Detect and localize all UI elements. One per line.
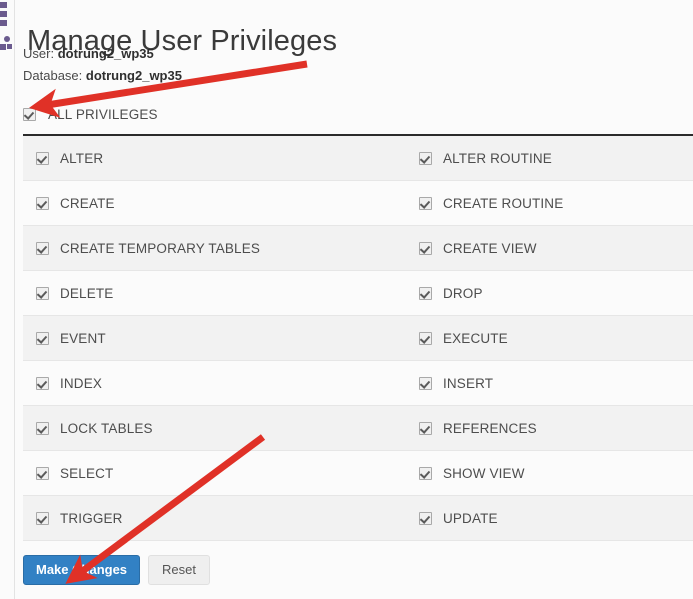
privilege-cell[interactable]: DELETE <box>23 271 358 315</box>
privilege-checkbox[interactable] <box>36 422 49 435</box>
privilege-label: EXECUTE <box>443 331 508 346</box>
privilege-checkbox[interactable] <box>419 377 432 390</box>
privilege-cell[interactable]: INSERT <box>358 361 693 405</box>
privilege-row: CREATE CREATE ROUTINE <box>23 181 693 226</box>
database-meta-line: Database: dotrung2_wp35 <box>23 68 182 83</box>
privilege-checkbox[interactable] <box>419 287 432 300</box>
button-bar: Make Changes Reset <box>23 555 210 585</box>
privilege-cell[interactable]: EVENT <box>23 316 358 360</box>
privilege-label: UPDATE <box>443 511 498 526</box>
privilege-cell[interactable]: DROP <box>358 271 693 315</box>
privilege-label: INSERT <box>443 376 493 391</box>
privilege-checkbox[interactable] <box>419 332 432 345</box>
privilege-cell[interactable]: INDEX <box>23 361 358 405</box>
privilege-cell[interactable]: ALTER ROUTINE <box>358 136 693 180</box>
privilege-row: SELECT SHOW VIEW <box>23 451 693 496</box>
user-meta-line: User: dotrung2_wp35 <box>23 46 154 61</box>
privilege-checkbox[interactable] <box>419 422 432 435</box>
privilege-row: CREATE TEMPORARY TABLES CREATE VIEW <box>23 226 693 271</box>
privilege-row: INDEX INSERT <box>23 361 693 406</box>
privilege-cell[interactable]: CREATE ROUTINE <box>358 181 693 225</box>
privilege-label: DROP <box>443 286 483 301</box>
privilege-cell[interactable]: EXECUTE <box>358 316 693 360</box>
privilege-label: CREATE ROUTINE <box>443 196 563 211</box>
privilege-cell[interactable]: CREATE VIEW <box>358 226 693 270</box>
privilege-cell[interactable]: SHOW VIEW <box>358 451 693 495</box>
privilege-row: ALTER ALTER ROUTINE <box>23 136 693 181</box>
main-content: Manage User Privileges User: dotrung2_wp… <box>15 0 693 599</box>
privilege-cell[interactable]: SELECT <box>23 451 358 495</box>
reset-button[interactable]: Reset <box>148 555 210 585</box>
privilege-cell[interactable]: UPDATE <box>358 496 693 540</box>
privilege-label: CREATE VIEW <box>443 241 537 256</box>
all-privileges-checkbox[interactable] <box>23 108 36 121</box>
privilege-checkbox[interactable] <box>36 287 49 300</box>
user-label: User: <box>23 46 54 61</box>
privilege-label: SHOW VIEW <box>443 466 525 481</box>
privilege-cell[interactable]: CREATE TEMPORARY TABLES <box>23 226 358 270</box>
privilege-label: LOCK TABLES <box>60 421 153 436</box>
user-value: dotrung2_wp35 <box>58 46 154 61</box>
privilege-label: ALTER ROUTINE <box>443 151 552 166</box>
make-changes-button[interactable]: Make Changes <box>23 555 140 585</box>
privilege-checkbox[interactable] <box>36 152 49 165</box>
privilege-label: TRIGGER <box>60 511 123 526</box>
left-sidebar-strip[interactable] <box>0 0 15 599</box>
sidebar-glyph-icon <box>0 2 7 8</box>
privilege-label: EVENT <box>60 331 106 346</box>
privilege-checkbox[interactable] <box>36 242 49 255</box>
privilege-label: ALTER <box>60 151 103 166</box>
privilege-cell[interactable]: ALTER <box>23 136 358 180</box>
privileges-table: ALTERALTER ROUTINECREATECREATE ROUTINECR… <box>23 134 693 541</box>
privilege-row: DELETE DROP <box>23 271 693 316</box>
privilege-checkbox[interactable] <box>419 512 432 525</box>
privilege-label: REFERENCES <box>443 421 537 436</box>
privilege-cell[interactable]: REFERENCES <box>358 406 693 450</box>
sidebar-glyph-icon <box>0 20 7 26</box>
database-value: dotrung2_wp35 <box>86 68 182 83</box>
privilege-checkbox[interactable] <box>36 467 49 480</box>
privilege-row: EVENT EXECUTE <box>23 316 693 361</box>
privilege-cell[interactable]: TRIGGER <box>23 496 358 540</box>
privilege-label: CREATE TEMPORARY TABLES <box>60 241 260 256</box>
privilege-checkbox[interactable] <box>419 152 432 165</box>
privilege-checkbox[interactable] <box>419 467 432 480</box>
privilege-label: INDEX <box>60 376 102 391</box>
privilege-checkbox[interactable] <box>36 512 49 525</box>
privilege-row: TRIGGER UPDATE <box>23 496 693 541</box>
privilege-checkbox[interactable] <box>36 197 49 210</box>
privilege-label: DELETE <box>60 286 113 301</box>
privilege-row: LOCK TABLES REFERENCES <box>23 406 693 451</box>
sidebar-glyph-icon <box>0 44 6 50</box>
privilege-checkbox[interactable] <box>419 242 432 255</box>
privilege-label: SELECT <box>60 466 113 481</box>
all-privileges-label: ALL PRIVILEGES <box>48 107 158 122</box>
sidebar-glyph-icon <box>0 11 7 17</box>
all-privileges-row[interactable]: ALL PRIVILEGES <box>23 103 158 125</box>
database-label: Database: <box>23 68 82 83</box>
privilege-cell[interactable]: CREATE <box>23 181 358 225</box>
privilege-checkbox[interactable] <box>36 377 49 390</box>
privilege-checkbox[interactable] <box>36 332 49 345</box>
privilege-label: CREATE <box>60 196 115 211</box>
privilege-checkbox[interactable] <box>419 197 432 210</box>
sidebar-glyph-icon <box>4 36 10 42</box>
privilege-cell[interactable]: LOCK TABLES <box>23 406 358 450</box>
sidebar-glyph-icon <box>7 44 12 49</box>
